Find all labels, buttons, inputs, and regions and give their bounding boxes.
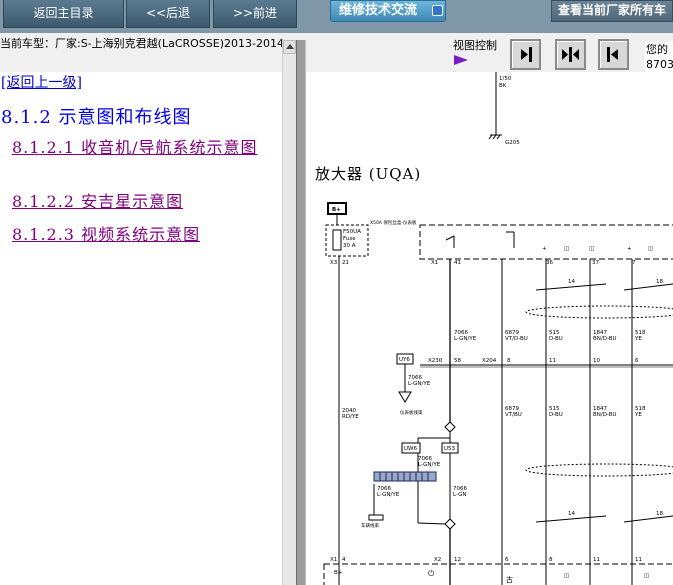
pin-10: 10 bbox=[593, 358, 600, 364]
twist-count-14b: 14 bbox=[568, 511, 575, 517]
bottom-pin-12: 12 bbox=[454, 557, 461, 563]
svg-text:11: 11 bbox=[593, 557, 600, 563]
svg-text:⏻: ⏻ bbox=[428, 569, 435, 578]
scroll-up-arrow-icon[interactable] bbox=[283, 40, 296, 54]
svg-text:11: 11 bbox=[635, 557, 642, 563]
pin-36: 36 bbox=[546, 260, 553, 266]
svg-text:8: 8 bbox=[549, 557, 553, 563]
svg-text:古: 古 bbox=[506, 575, 513, 584]
svg-text:YE: YE bbox=[634, 412, 642, 418]
splice-uy6: UY6 bbox=[399, 357, 410, 363]
harness-label-2: 车辆线束 bbox=[361, 522, 379, 529]
fuse-name: F50UA bbox=[343, 229, 361, 235]
svg-text:+: + bbox=[542, 246, 547, 252]
user-info-line2: 8703 bbox=[646, 58, 673, 71]
info-bar: 当前车型：厂家:S-上海别克君越(LaCROSSE)2013-2014 视图控制… bbox=[0, 33, 673, 72]
expand-right-view-button[interactable] bbox=[510, 39, 541, 70]
toc-item-video-system[interactable]: 8.1.2.3 视频系统示意图 bbox=[12, 224, 200, 246]
forum-tab[interactable]: 维修技术交流 bbox=[330, 0, 446, 22]
bottom-connector-x1: X1 bbox=[330, 557, 337, 563]
wire-7066-color: L-GN/YE bbox=[454, 336, 477, 342]
split-arrows-icon bbox=[562, 47, 579, 62]
svg-text:◫: ◫ bbox=[564, 573, 569, 579]
forum-tab-label: 维修技术交流 bbox=[339, 3, 418, 18]
back-button[interactable]: <<后退 bbox=[126, 0, 210, 28]
expand-left-view-button[interactable] bbox=[598, 39, 629, 70]
fuse-label: Fuse bbox=[343, 236, 356, 242]
forum-icon bbox=[432, 5, 443, 16]
diagram-pane: 放大器 (UQA) 1/50 BK G205 B+ F50UA Fuse 30 … bbox=[306, 72, 673, 585]
splice-x204: X204 bbox=[482, 358, 497, 364]
pin-41: 41 bbox=[454, 260, 461, 266]
forward-button[interactable]: >>前进 bbox=[213, 0, 297, 28]
twist-count-14a: 14 bbox=[568, 279, 575, 285]
fuse-note: X50A 保险丝盒-仪表板 bbox=[370, 219, 417, 226]
wire-7066d-color: L-GN/YE bbox=[377, 492, 400, 498]
pin-21: 21 bbox=[342, 260, 349, 266]
svg-text:◫: ◫ bbox=[589, 246, 594, 252]
wire-6879-color: VT/D-BU bbox=[505, 336, 528, 342]
splice-x230: X230 bbox=[428, 358, 443, 364]
user-info-snippet: 您的 8703 bbox=[645, 42, 673, 72]
user-info-line1: 您的 bbox=[646, 43, 668, 56]
back-to-parent-link[interactable]: [返回上一级] bbox=[1, 72, 82, 92]
bottom-connector-x2: X2 bbox=[434, 557, 441, 563]
pin-58: 58 bbox=[454, 358, 461, 364]
wire-2040-color: RD/YE bbox=[342, 414, 359, 420]
pane-splitter[interactable] bbox=[296, 40, 306, 585]
view-control-arrow-icon bbox=[454, 55, 468, 65]
wire-color-label: BK bbox=[499, 83, 507, 89]
toc-item-radio-navigation[interactable]: 8.1.2.1 收音机/导航系统示意图 bbox=[0, 137, 278, 159]
view-control-label: 视图控制 bbox=[453, 39, 497, 52]
pin-37: 37 bbox=[592, 260, 599, 266]
query-all-vehicles-tab[interactable]: 查看当前厂家所有车 bbox=[551, 0, 673, 22]
arrow-right-bar-icon bbox=[521, 47, 532, 62]
toc-pane: [返回上一级] 8.1.2 示意图和布线图 8.1.2.1 收音机/导航系统示意… bbox=[0, 72, 282, 585]
splice-u53: U53 bbox=[444, 446, 456, 452]
toc-item-onstar[interactable]: 8.1.2.2 安吉星示意图 bbox=[12, 191, 183, 213]
pin-7: 7 bbox=[632, 260, 636, 266]
svg-text:6: 6 bbox=[505, 557, 509, 563]
wire-7066c-color: L-GN bbox=[453, 492, 467, 498]
wiring-diagram: 1/50 BK G205 B+ F50UA Fuse 30 A X50A 保险丝… bbox=[323, 72, 673, 585]
svg-text:◫: ◫ bbox=[644, 573, 649, 579]
harness-label-1: 仪表板线束 bbox=[400, 409, 423, 416]
bottom-pin-4: 4 bbox=[342, 557, 346, 563]
wire-7066b-color: L-GN/YE bbox=[418, 462, 441, 468]
wire-1847-color: BN/D-BU bbox=[593, 336, 617, 342]
split-view-button[interactable] bbox=[555, 39, 586, 70]
home-button[interactable]: 返回主目录 bbox=[3, 0, 124, 28]
svg-text:◫: ◫ bbox=[564, 246, 569, 252]
connector-x1: X1 bbox=[431, 260, 438, 266]
ground-symbol-icon bbox=[488, 134, 502, 140]
current-vehicle-label: 当前车型：厂家:S-上海别克君越(LaCROSSE)2013-2014 bbox=[0, 37, 284, 50]
wire-518-color: YE bbox=[634, 336, 642, 342]
svg-text:BN/D-BU: BN/D-BU bbox=[593, 412, 617, 418]
splice-uw6: UW6 bbox=[404, 446, 417, 452]
arrow-left-bar-icon bbox=[607, 47, 618, 62]
bottom-bplus-label: B+ bbox=[334, 570, 343, 576]
wire-gauge-label: 1/50 bbox=[499, 76, 512, 82]
top-toolbar: 返回主目录 <<后退 >>前进 维修技术交流 查看当前厂家所有车 bbox=[0, 0, 673, 33]
svg-text:B+: B+ bbox=[332, 207, 341, 213]
svg-text:D-BU: D-BU bbox=[549, 412, 563, 418]
fuse-rating: 30 A bbox=[343, 243, 356, 249]
svg-text:+: + bbox=[627, 246, 632, 252]
pin-11: 11 bbox=[549, 358, 556, 364]
uy6-wire-color: L-GN/YE bbox=[408, 381, 431, 387]
section-title: 8.1.2 示意图和布线图 bbox=[1, 107, 192, 128]
pin-6: 6 bbox=[635, 358, 639, 364]
wire-515-color: D-BU bbox=[549, 336, 563, 342]
ground-label: G205 bbox=[505, 140, 520, 146]
svg-text:◫: ◫ bbox=[648, 246, 653, 252]
pin-8: 8 bbox=[507, 358, 511, 364]
toc-scrollbar[interactable] bbox=[282, 40, 296, 585]
twist-count-18a: 18 bbox=[656, 279, 663, 285]
connector-x3: X3 bbox=[330, 260, 338, 266]
svg-text:VT/BU: VT/BU bbox=[505, 412, 522, 418]
twist-count-18b: 18 bbox=[656, 511, 663, 517]
